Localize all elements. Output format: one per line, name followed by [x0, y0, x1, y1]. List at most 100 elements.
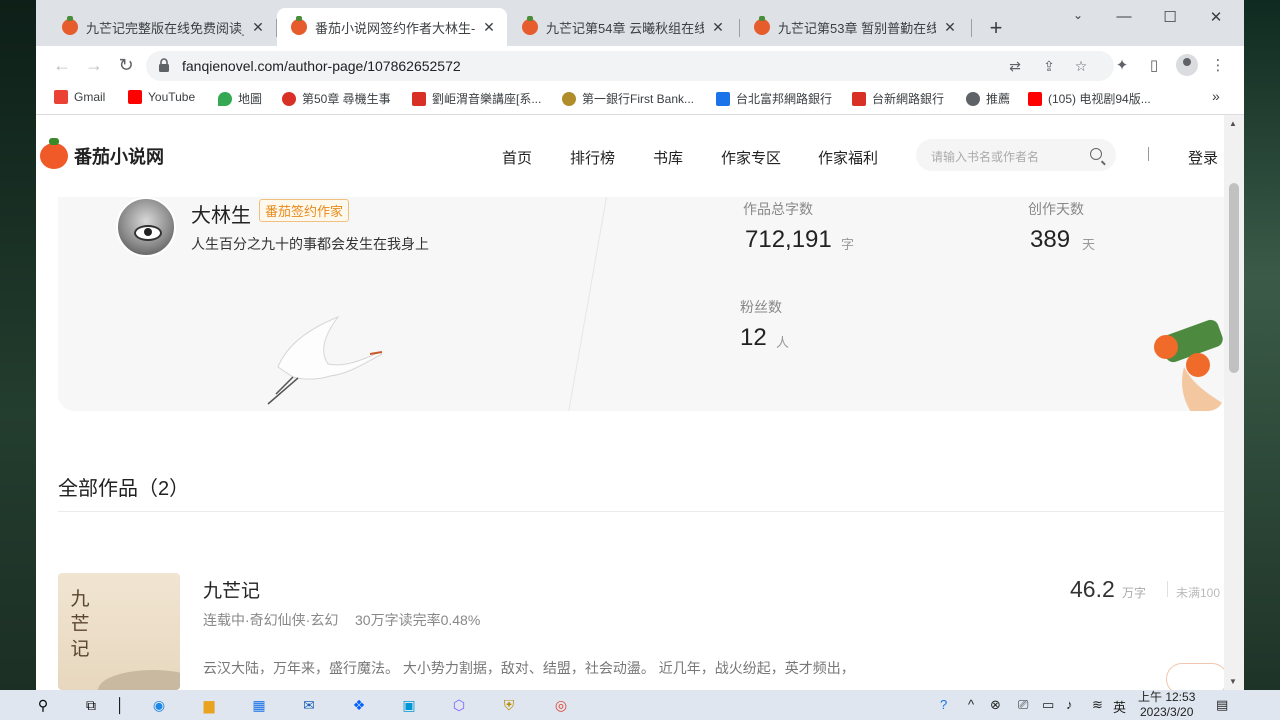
- desktop-wallpaper-left: [0, 0, 36, 690]
- wifi-icon[interactable]: ≋: [1092, 697, 1103, 713]
- taskbar-separator: │: [116, 697, 125, 713]
- search-icon[interactable]: [1090, 148, 1102, 160]
- bookmarks-overflow-button[interactable]: »: [1212, 88, 1220, 104]
- close-icon[interactable]: ✕: [942, 19, 958, 36]
- read-button[interactable]: [1166, 663, 1224, 690]
- tomato-logo-icon: [40, 138, 68, 169]
- nav-home[interactable]: 首页: [502, 147, 532, 168]
- notification-icon[interactable]: ▤: [1216, 697, 1228, 713]
- tab-2[interactable]: 番茄小说网签约作者大林生-番 ✕: [277, 8, 507, 46]
- fanqie-favicon-icon: [62, 16, 78, 35]
- close-icon[interactable]: ✕: [250, 19, 266, 36]
- edge-icon[interactable]: ◉: [148, 694, 170, 716]
- search-icon[interactable]: ⚲: [32, 694, 54, 716]
- search-placeholder: 请输入书名或作者名: [931, 150, 1040, 164]
- nav-author-zone[interactable]: 作家专区: [721, 147, 781, 168]
- shield-icon[interactable]: ⛨: [498, 694, 520, 716]
- bank-icon: [562, 91, 576, 106]
- nav-author-welfare[interactable]: 作家福利: [818, 147, 878, 168]
- page-scrollbar[interactable]: ▲ ▼: [1224, 115, 1244, 690]
- new-tab-button[interactable]: +: [982, 14, 1010, 42]
- cover-mountain-icon: [98, 670, 180, 690]
- tab-1[interactable]: 九芒记完整版在线免费阅读_九芒 ✕: [48, 8, 276, 46]
- cover-title: 九芒记: [70, 589, 90, 660]
- window-close-button[interactable]: ✕: [1196, 8, 1236, 26]
- book-word-unit: 万字: [1122, 586, 1147, 600]
- share-icon[interactable]: ⇪: [1040, 57, 1058, 75]
- windows-taskbar: ⚲ ⧉ │ ◉ ▆ ▦ ✉ ❖ ▣ ⬡ ⛨ ◎ ? ^ ⊗ ⎚ ▭ ♪ ≋ 英 …: [0, 690, 1280, 720]
- battery-icon[interactable]: ▭: [1042, 697, 1054, 713]
- bookmark-taishin[interactable]: 台新網路銀行: [852, 90, 944, 107]
- profile-avatar-icon[interactable]: [1176, 54, 1198, 76]
- avatar: [116, 197, 176, 257]
- youtube-icon: [128, 90, 142, 104]
- author-motto: 人生百分之九十的事都会发生在我身上: [191, 236, 429, 252]
- nav-ranking[interactable]: 排行榜: [570, 147, 615, 168]
- tab-4[interactable]: 九芒记第53章 暂别普勤在线免 ✕: [740, 8, 968, 46]
- bookmark-icon: [412, 91, 426, 106]
- back-arrow-icon[interactable]: ←: [50, 53, 74, 77]
- bookmark-tv-drama[interactable]: (105) 电视剧94版...: [1028, 90, 1151, 107]
- browser-toolbar: ← → ↻ fanqienovel.com/author-page/107862…: [36, 46, 1244, 84]
- clock[interactable]: 上午 12:53 2023/3/20: [1138, 690, 1195, 720]
- forward-arrow-icon[interactable]: →: [82, 53, 106, 77]
- book-cover[interactable]: 九芒记: [58, 573, 180, 690]
- site-logo[interactable]: 番茄小说网: [40, 138, 164, 169]
- bookmark-star-icon[interactable]: ☆: [1072, 57, 1090, 75]
- book-status-note: 未满100: [1176, 586, 1221, 600]
- myhp-icon[interactable]: ▣: [398, 694, 420, 716]
- file-explorer-icon[interactable]: ▆: [198, 694, 220, 716]
- store-icon[interactable]: ▦: [248, 694, 270, 716]
- close-icon[interactable]: ✕: [481, 19, 497, 36]
- task-view-icon[interactable]: ⧉: [80, 694, 102, 716]
- avatar-eye-icon: [134, 225, 162, 241]
- tab-divider: [971, 19, 972, 37]
- book-description: 云汉大陆，万年来，盛行魔法。 大小势力割据，敌对、结盟，社会动盪。 近几年，战火…: [203, 660, 855, 676]
- scroll-down-icon[interactable]: ▼: [1229, 677, 1237, 686]
- extensions-icon[interactable]: ✦: [1112, 56, 1132, 76]
- bookmark-gmail[interactable]: Gmail: [54, 90, 105, 104]
- writing-days-label: 创作天数: [1028, 201, 1084, 217]
- chrome-icon[interactable]: ◎: [550, 694, 572, 716]
- bookmark-recommend[interactable]: 推薦: [966, 90, 1010, 107]
- close-icon[interactable]: ✕: [710, 19, 726, 36]
- maximize-button[interactable]: ☐: [1150, 8, 1190, 26]
- minimize-button[interactable]: —: [1104, 8, 1144, 25]
- ime-indicator[interactable]: 英: [1113, 697, 1126, 716]
- side-panel-icon[interactable]: ▯: [1144, 56, 1164, 76]
- tab-3[interactable]: 九芒记第54章 云曦秋组在线免 ✕: [508, 8, 736, 46]
- bookmark-maps[interactable]: 地圖: [218, 90, 262, 107]
- search-input[interactable]: 请输入书名或作者名: [916, 139, 1116, 171]
- url-text[interactable]: fanqienovel.com/author-page/107862652572: [182, 58, 461, 74]
- fanqie-favicon-icon: [754, 16, 770, 35]
- help-icon[interactable]: ?: [940, 697, 947, 712]
- bookmark-first-bank[interactable]: 第一銀行First Bank...: [562, 90, 694, 107]
- menu-kebab-icon[interactable]: ⋮: [1208, 56, 1228, 76]
- bookmark-fubon[interactable]: 台北富邦網路銀行: [716, 90, 832, 107]
- writing-days-unit: 天: [1082, 237, 1096, 252]
- meet-icon[interactable]: ⎚: [1018, 697, 1028, 713]
- translate-icon[interactable]: ⇄: [1006, 57, 1024, 75]
- login-link[interactable]: 登录: [1188, 147, 1218, 168]
- reload-icon[interactable]: ↻: [114, 53, 138, 77]
- bookmark-chapter50[interactable]: 第50章 尋機生事: [282, 90, 391, 107]
- mail-icon[interactable]: ✉: [298, 694, 320, 716]
- lock-icon[interactable]: [158, 58, 170, 72]
- clock-date: 2023/3/20: [1139, 705, 1194, 719]
- author-name: 大林生: [191, 205, 251, 227]
- nav-library[interactable]: 书库: [653, 147, 683, 168]
- bookmark-youtube[interactable]: YouTube: [128, 90, 195, 104]
- security-icon[interactable]: ⊗: [990, 697, 1001, 713]
- tab-search-icon[interactable]: ⌄: [1058, 8, 1098, 22]
- address-bar[interactable]: fanqienovel.com/author-page/107862652572…: [146, 51, 1114, 81]
- signed-author-badge: 番茄签约作家: [259, 199, 350, 222]
- volume-icon[interactable]: ♪: [1066, 697, 1073, 712]
- bookmark-music-lecture[interactable]: 劉岠渭音樂講座[系...: [412, 90, 541, 107]
- scroll-up-icon[interactable]: ▲: [1229, 119, 1237, 128]
- chevron-up-icon[interactable]: ^: [968, 697, 974, 712]
- fans-label: 粉丝数: [740, 299, 782, 315]
- book-title[interactable]: 九芒记: [203, 576, 260, 603]
- app-icon[interactable]: ⬡: [448, 694, 470, 716]
- dropbox-icon[interactable]: ❖: [348, 694, 370, 716]
- scrollbar-thumb[interactable]: [1229, 183, 1239, 373]
